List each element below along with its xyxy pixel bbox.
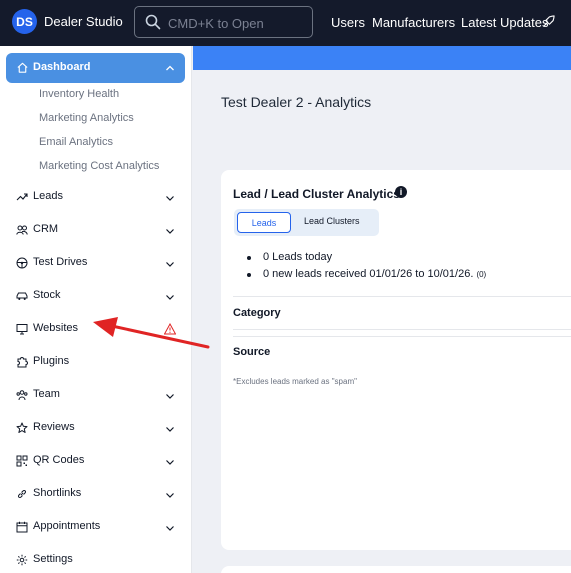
steering-wheel-icon (16, 257, 28, 269)
sidebar-item-crm[interactable]: CRM (0, 221, 191, 241)
sidebar-item-stock[interactable]: Stock (0, 287, 191, 307)
sidebar-item-websites[interactable]: Websites (0, 320, 191, 340)
home-icon (17, 62, 28, 73)
card-title: Lead / Lead Cluster Analytics (233, 187, 400, 201)
sidebar-item-test-drives[interactable]: Test Drives (0, 254, 191, 274)
rocket-icon[interactable] (542, 15, 555, 28)
sidebar-item-appointments[interactable]: Appointments (0, 518, 191, 538)
sidebar-item-shortlinks[interactable]: Shortlinks (0, 485, 191, 505)
sidebar-item-leads[interactable]: Leads (0, 188, 191, 208)
sidebar-item-label: Dashboard (33, 61, 91, 73)
warning-icon (164, 323, 176, 335)
sidebar-item-label: QR Codes (33, 454, 85, 466)
analytics-tabs: Leads Lead Clusters (234, 209, 379, 236)
secondary-card (221, 566, 571, 573)
nav-link-users[interactable]: Users (331, 15, 365, 30)
team-icon (16, 390, 28, 401)
spam-exclusion-note: *Excludes leads marked as "spam" (233, 377, 357, 386)
tab-leads[interactable]: Leads (237, 212, 291, 233)
link-icon (17, 489, 27, 499)
bullet-dot (247, 273, 251, 277)
trend-icon (16, 193, 28, 201)
sidebar-item-label: CRM (33, 223, 59, 235)
puzzle-icon (17, 357, 28, 368)
sidebar: Dashboard Inventory Health Marketing Ana… (0, 46, 192, 573)
top-navbar: DS Dealer Studio CMD+K to Open Users Man… (0, 0, 571, 46)
section-source[interactable]: Source (233, 346, 270, 358)
sidebar-subitem-email-analytics[interactable]: Email Analytics (39, 136, 113, 148)
sidebar-item-dashboard[interactable]: Dashboard (6, 53, 185, 83)
calendar-icon (16, 521, 28, 533)
monitor-icon (16, 324, 28, 335)
nav-link-latest-updates[interactable]: Latest Updates (461, 15, 548, 30)
sidebar-item-plugins[interactable]: Plugins (0, 353, 191, 373)
chevron-down-icon (166, 460, 174, 465)
sidebar-item-label: Team (33, 388, 60, 400)
nav-link-manufacturers[interactable]: Manufacturers (372, 15, 455, 30)
chevron-down-icon (166, 262, 174, 267)
sidebar-item-label: Test Drives (33, 256, 88, 268)
chevron-down-icon (166, 493, 174, 498)
lead-analytics-card: Lead / Lead Cluster Analytics i Leads Le… (221, 170, 571, 550)
sidebar-item-label: Appointments (33, 520, 101, 532)
bullet-dot (247, 256, 251, 260)
sidebar-item-label: Websites (33, 322, 79, 334)
divider (233, 329, 571, 330)
info-icon[interactable]: i (395, 186, 407, 198)
page-header-banner (193, 46, 571, 70)
app-logo[interactable]: DS (12, 9, 37, 34)
sidebar-item-label: Stock (33, 289, 61, 301)
sidebar-item-settings[interactable]: Settings (0, 551, 191, 571)
section-category[interactable]: Category (233, 307, 281, 319)
sidebar-subitem-inventory-health[interactable]: Inventory Health (39, 88, 119, 100)
chevron-down-icon (166, 427, 174, 432)
command-search-input[interactable]: CMD+K to Open (134, 6, 313, 38)
chevron-down-icon (166, 295, 174, 300)
sidebar-item-reviews[interactable]: Reviews (0, 419, 191, 439)
sidebar-subitem-marketing-cost-analytics[interactable]: Marketing Cost Analytics (39, 160, 159, 172)
sidebar-item-label: Settings (33, 553, 73, 565)
leads-received-count: (0) (476, 270, 487, 279)
chevron-down-icon (166, 526, 174, 531)
sidebar-item-label: Plugins (33, 355, 70, 367)
sidebar-item-team[interactable]: Team (0, 386, 191, 406)
qr-icon (16, 455, 28, 467)
page-title: Test Dealer 2 - Analytics (221, 94, 372, 110)
chevron-down-icon (166, 394, 174, 399)
sidebar-item-label: Leads (33, 190, 63, 202)
leads-received-summary: 0 new leads received 01/01/26 to 10/01/2… (263, 268, 474, 280)
sidebar-subitem-marketing-analytics[interactable]: Marketing Analytics (39, 112, 134, 124)
car-icon (16, 292, 28, 300)
search-icon (145, 14, 161, 30)
brand-name[interactable]: Dealer Studio (44, 14, 123, 29)
star-icon (16, 422, 28, 433)
sidebar-item-label: Reviews (33, 421, 75, 433)
leads-today-text: 0 Leads today (263, 251, 333, 263)
sidebar-item-qr-codes[interactable]: QR Codes (0, 452, 191, 472)
chevron-down-icon (166, 196, 174, 201)
divider (233, 336, 571, 337)
chevron-up-icon (166, 65, 174, 71)
gear-icon (16, 554, 28, 566)
divider (233, 296, 571, 297)
leads-received-text: 0 new leads received 01/01/26 to 10/01/2… (263, 268, 486, 280)
tab-lead-clusters[interactable]: Lead Clusters (304, 216, 360, 226)
sidebar-item-label: Shortlinks (33, 487, 82, 499)
chevron-down-icon (166, 229, 174, 234)
users-icon (16, 225, 28, 235)
search-placeholder: CMD+K to Open (168, 16, 264, 31)
